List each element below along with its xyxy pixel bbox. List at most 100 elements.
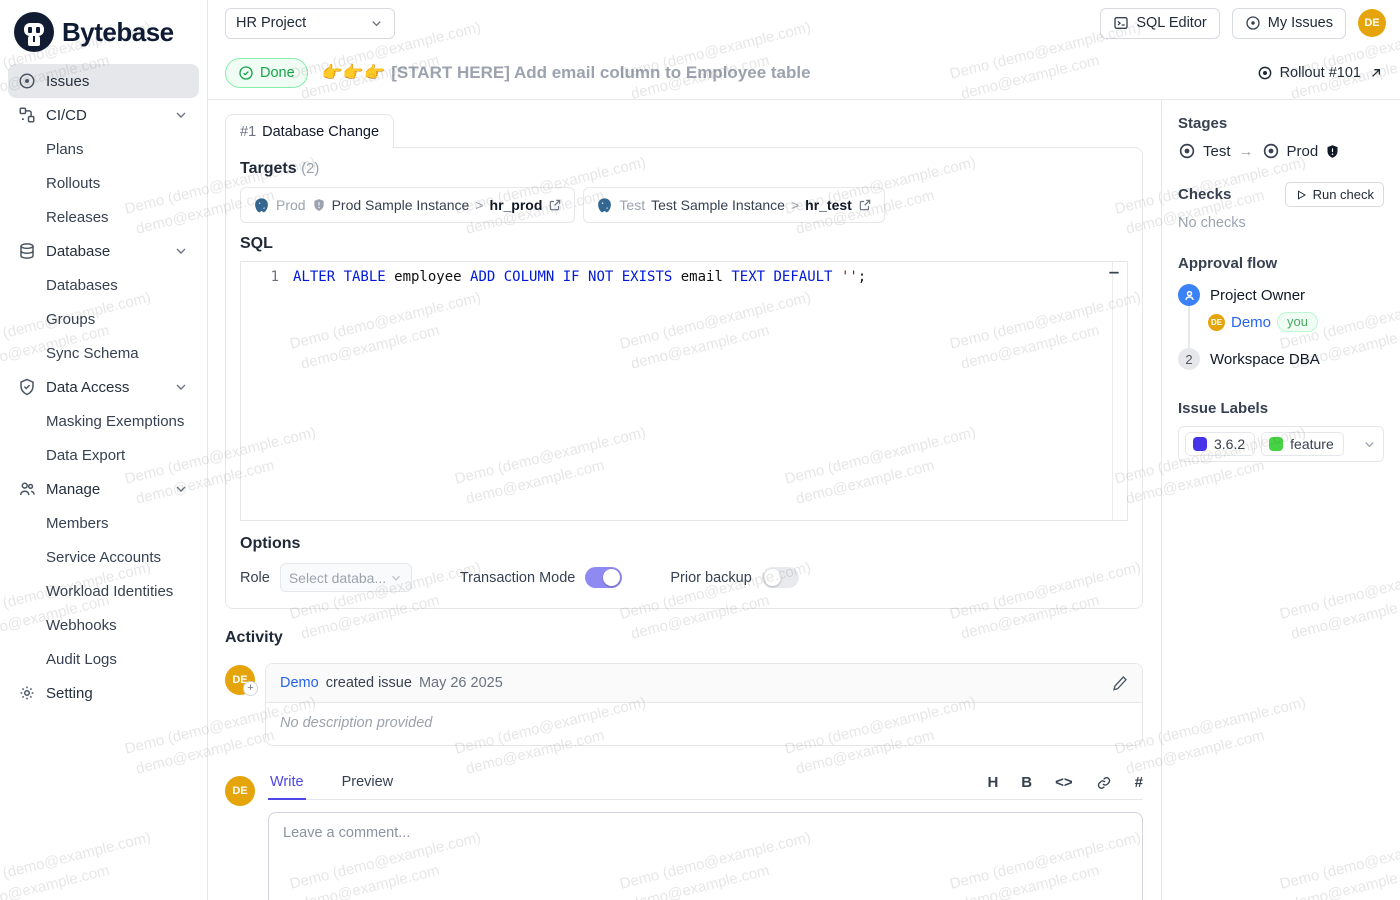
run-check-button[interactable]: Run check [1285,182,1384,207]
stage-dot-icon[interactable] [1178,142,1196,160]
sql-editor-button[interactable]: SQL Editor [1100,8,1219,39]
target-hr-prod[interactable]: Prod Prod Sample Instance > hr_prod [240,187,575,223]
approval-step-2: 2 Workspace DBA [1178,348,1384,370]
sidebar-item-setting[interactable]: Setting [8,676,199,710]
sidebar-item-audit-logs[interactable]: Audit Logs [8,642,199,676]
label-chip-feature[interactable]: feature [1261,432,1344,456]
shield-alert-icon [312,198,326,212]
sidebar-item-plans[interactable]: Plans [8,132,199,166]
options-section: Options Role Select databa... Transactio… [240,535,1128,592]
avatar: DE [225,776,255,806]
rollout-link[interactable]: Rollout #101 [1257,65,1384,81]
sidebar-item-databases[interactable]: Databases [8,268,199,302]
bytebase-logo[interactable]: Bytebase [0,8,207,64]
sidebar-item-releases[interactable]: Releases [8,200,199,234]
sidebar-item-data-access[interactable]: Data Access [8,370,199,404]
sidebar-item-groups[interactable]: Groups [8,302,199,336]
task-card: Targets (2) Prod Prod Sample Instance > … [225,147,1143,609]
sidebar-item-issues[interactable]: Issues [8,64,199,98]
options-heading: Options [240,535,1128,553]
external-link-icon [858,198,872,212]
bold-format-icon[interactable]: B [1021,774,1032,791]
code-format-icon[interactable]: <> [1055,774,1073,791]
approval-role: Project Owner [1210,287,1305,304]
activity-body: No description provided [266,703,1142,745]
issue-labels-select[interactable]: 3.6.2 feature [1178,426,1384,462]
approval-flow-heading: Approval flow [1178,255,1384,272]
tab-database-change[interactable]: #1 Database Change [225,114,394,148]
sql-heading: SQL [240,235,1128,253]
label-chip-version[interactable]: 3.6.2 [1185,432,1255,456]
tab-write[interactable]: Write [268,774,306,799]
sidebar-item-database[interactable]: Database [8,234,199,268]
link-format-icon[interactable] [1096,775,1112,791]
collapse-editor-icon[interactable] [1106,268,1124,282]
edit-pencil-icon[interactable] [1112,675,1128,691]
rollout-dot-icon [1257,65,1273,81]
transaction-mode-label: Transaction Mode [460,570,576,586]
approval-connector: DE Demo you [1188,306,1384,348]
sql-code[interactable]: ALTER TABLE employee ADD COLUMN IF NOT E… [291,262,1127,520]
activity-author-link[interactable]: Demo [280,675,319,691]
stages-row: Test → Prod [1178,142,1384,160]
plus-badge-icon: + [243,681,258,696]
sidebar-item-masking-exemptions[interactable]: Masking Exemptions [8,404,199,438]
options-row: Role Select databa... Transaction Mode P… [240,563,1128,592]
sidebar-nav: Issues CI/CD Plans Rollouts Releases Dat… [0,64,207,710]
topbar: HR Project SQL Editor My Issues DE [208,0,1400,46]
approver-name-link[interactable]: Demo [1231,314,1271,331]
comment-composer: DE Write Preview H B <> # [225,774,1143,900]
postgresql-icon [596,197,613,214]
stage-test[interactable]: Test [1203,143,1231,160]
label-color-swatch [1193,437,1207,451]
sidebar-item-data-export[interactable]: Data Export [8,438,199,472]
role-select[interactable]: Select databa... [280,563,412,592]
chevron-down-icon [389,571,403,585]
external-link-icon [548,198,562,212]
avatar: DE [1208,314,1225,331]
composer-main: Write Preview H B <> # [268,774,1143,900]
activity-date: May 26 2025 [419,675,503,691]
terminal-icon [1113,15,1129,31]
sidebar-item-rollouts[interactable]: Rollouts [8,166,199,200]
tab-preview[interactable]: Preview [340,774,396,799]
sidebar-item-sync-schema[interactable]: Sync Schema [8,336,199,370]
activity-avatar-wrap: DE + [225,665,265,746]
users-icon [18,480,36,498]
sql-line-number: 1 [241,262,291,520]
app-name: Bytebase [62,17,174,48]
sidebar-item-webhooks[interactable]: Webhooks [8,608,199,642]
checks-header: Checks Run check [1178,182,1384,207]
arrow-up-right-icon [1368,65,1384,81]
activity-heading: Activity [225,629,1143,647]
database-icon [18,242,36,260]
project-selector[interactable]: HR Project [225,8,395,39]
sql-editor[interactable]: 1 ALTER TABLE employee ADD COLUMN IF NOT… [240,261,1128,521]
chevron-down-icon [173,481,189,497]
sidebar-item-members[interactable]: Members [8,506,199,540]
target-hr-test[interactable]: Test Test Sample Instance > hr_test [583,187,884,223]
stage-dot-icon[interactable] [1262,142,1280,160]
comment-input[interactable] [268,812,1143,900]
bytebase-app: Bytebase Issues CI/CD Plans Rollouts Rel… [0,0,1400,900]
transaction-mode-toggle[interactable] [585,567,622,588]
hash-format-icon[interactable]: # [1135,774,1143,791]
sidebar-item-manage[interactable]: Manage [8,472,199,506]
prior-backup-toggle[interactable] [762,567,799,588]
approver-row: DE Demo you [1208,312,1384,332]
my-issues-button[interactable]: My Issues [1232,8,1346,39]
sidebar-item-workload-identities[interactable]: Workload Identities [8,574,199,608]
stage-prod[interactable]: Prod [1287,143,1319,160]
role-label: Role [240,570,270,586]
workflow-icon [18,106,36,124]
heading-format-icon[interactable]: H [987,774,998,791]
arrow-right-icon: → [1238,143,1255,160]
activity-card: Demo created issue May 26 2025 No descri… [265,663,1143,746]
main-panel: #1 Database Change Targets (2) Prod Prod… [208,100,1161,900]
approval-role: Workspace DBA [1210,351,1320,368]
label-color-swatch [1269,437,1283,451]
user-avatar[interactable]: DE [1358,9,1386,37]
issue-header: Done 👉👉👉[START HERE] Add email column to… [208,46,1400,100]
sidebar-item-service-accounts[interactable]: Service Accounts [8,540,199,574]
sidebar-item-cicd[interactable]: CI/CD [8,98,199,132]
